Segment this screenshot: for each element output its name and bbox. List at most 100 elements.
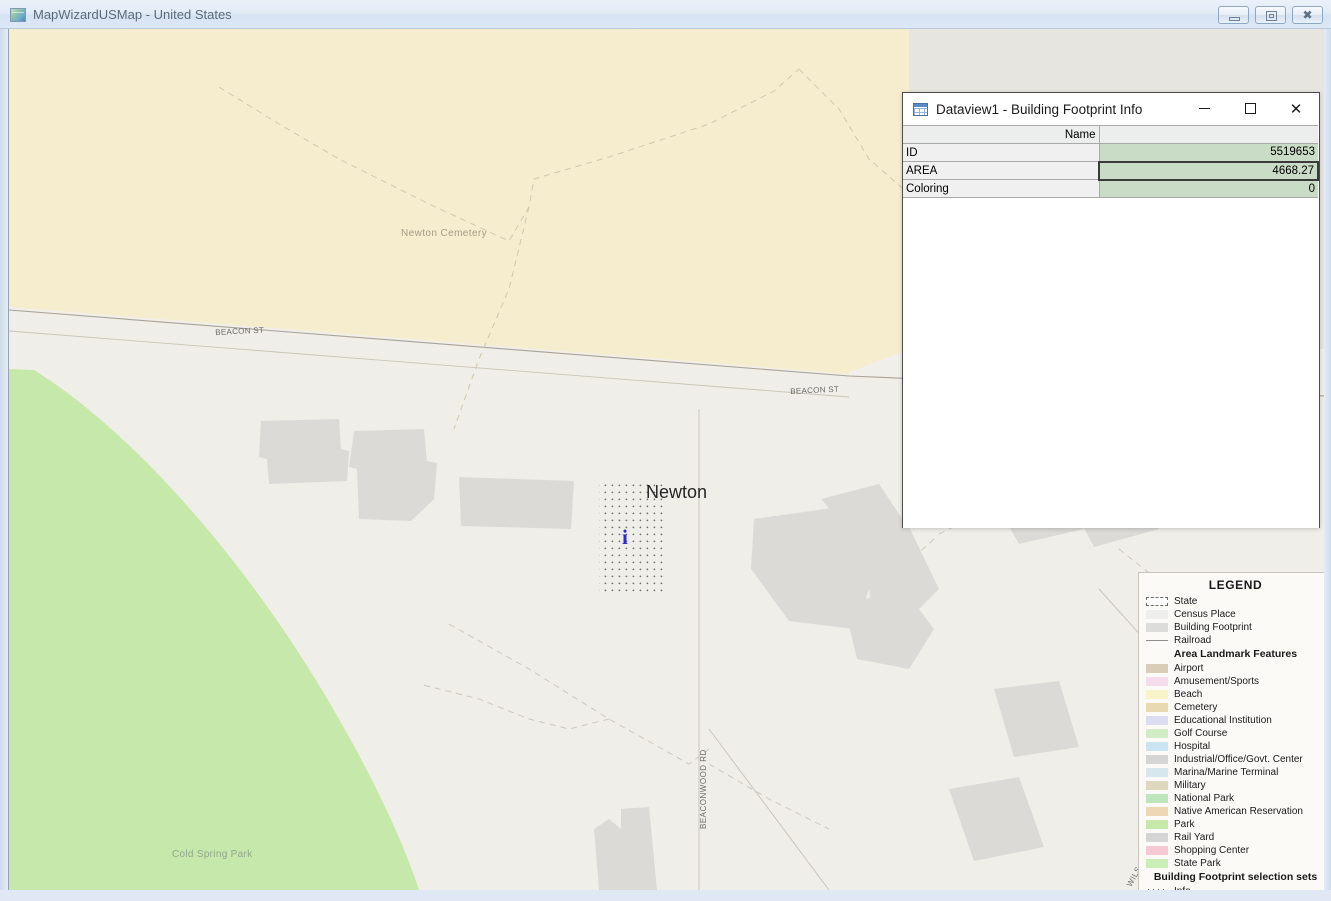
legend-label: Educational Institution xyxy=(1174,715,1272,726)
restore-button[interactable] xyxy=(1255,6,1286,24)
column-header-value[interactable] xyxy=(1099,126,1318,144)
legend-label: Building Footprint xyxy=(1174,622,1252,633)
legend-item-building-footprint: Building Footprint xyxy=(1143,621,1324,634)
dataview-table[interactable]: Name ID 5519653 AREA 4668.27 Coloring 0 xyxy=(903,125,1319,198)
table-row[interactable]: ID 5519653 xyxy=(903,144,1318,162)
window-left-frame xyxy=(0,29,8,890)
window-bottom-frame xyxy=(0,890,1331,901)
legend-item-hospital: Hospital xyxy=(1143,740,1324,753)
legend-item-cemetery: Cemetery xyxy=(1143,701,1324,714)
legend-item-shopping-center: Shopping Center xyxy=(1143,844,1324,857)
table-row[interactable]: Coloring 0 xyxy=(903,180,1318,198)
state-park-swatch-icon xyxy=(1146,859,1168,868)
legend-label: Marina/Marine Terminal xyxy=(1174,767,1278,778)
legend-title: LEGEND xyxy=(1143,578,1324,592)
beach-swatch-icon xyxy=(1146,690,1168,699)
legend-label: Shopping Center xyxy=(1174,845,1249,856)
golf-course-swatch-icon xyxy=(1146,729,1168,738)
minimize-button[interactable] xyxy=(1218,6,1249,24)
industrial-swatch-icon xyxy=(1146,755,1168,764)
table-row[interactable]: AREA 4668.27 xyxy=(903,162,1318,180)
column-header-name[interactable]: Name xyxy=(903,126,1099,144)
map-globe-icon xyxy=(10,8,26,22)
dataview-empty-area xyxy=(903,198,1319,528)
legend-item-native-american-reservation: Native American Reservation xyxy=(1143,805,1324,818)
legend-item-beach: Beach xyxy=(1143,688,1324,701)
census-place-swatch-icon xyxy=(1146,610,1168,619)
legend-item-industrial-office-govt-center: Industrial/Office/Govt. Center xyxy=(1143,753,1324,766)
military-swatch-icon xyxy=(1146,781,1168,790)
row-value-coloring[interactable]: 0 xyxy=(1099,180,1318,198)
legend-label: State xyxy=(1174,596,1197,607)
legend-item-railroad: Railroad xyxy=(1143,634,1324,647)
legend-label: National Park xyxy=(1174,793,1234,804)
native-american-reservation-swatch-icon xyxy=(1146,807,1168,816)
legend-item-military: Military xyxy=(1143,779,1324,792)
marina-swatch-icon xyxy=(1146,768,1168,777)
main-titlebar: MapWizardUSMap - United States ✖ xyxy=(0,0,1331,29)
dataview-title: Dataview1 - Building Footprint Info xyxy=(936,102,1142,117)
selected-building-footprint xyxy=(599,481,664,593)
dataview-dialog[interactable]: Dataview1 - Building Footprint Info ✕ Na… xyxy=(902,92,1320,528)
legend-item-amusement-sports: Amusement/Sports xyxy=(1143,675,1324,688)
dataview-window-controls: ✕ xyxy=(1181,93,1319,125)
legend-label: Rail Yard xyxy=(1174,832,1214,843)
row-value-id[interactable]: 5519653 xyxy=(1099,144,1318,162)
national-park-swatch-icon xyxy=(1146,794,1168,803)
legend-section-area-landmark: Area Landmark Features xyxy=(1143,647,1324,662)
dataview-close-button[interactable]: ✕ xyxy=(1273,93,1319,124)
app-title: MapWizardUSMap - United States xyxy=(33,7,232,22)
legend-item-park: Park xyxy=(1143,818,1324,831)
park-swatch-icon xyxy=(1146,820,1168,829)
close-button[interactable]: ✖ xyxy=(1292,6,1323,24)
amusement-sports-swatch-icon xyxy=(1146,677,1168,686)
titlebar-left-group: MapWizardUSMap - United States xyxy=(10,0,232,29)
legend-section-selection-sets: Building Footprint selection sets xyxy=(1143,870,1324,885)
table-header-row: Name xyxy=(903,126,1318,144)
legend-item-state: State xyxy=(1143,595,1324,608)
legend-label: Hospital xyxy=(1174,741,1210,752)
legend-label: Amusement/Sports xyxy=(1174,676,1259,687)
map-canvas[interactable]: Newton Cemetery Cold Spring Park Newton … xyxy=(8,29,1324,890)
shopping-center-swatch-icon xyxy=(1146,846,1168,855)
dataview-maximize-button[interactable] xyxy=(1227,93,1273,124)
legend-label: Airport xyxy=(1174,663,1203,674)
legend-item-airport: Airport xyxy=(1143,662,1324,675)
legend-label: Beach xyxy=(1174,689,1202,700)
cemetery-swatch-icon xyxy=(1146,703,1168,712)
rail-yard-swatch-icon xyxy=(1146,833,1168,842)
legend-label: State Park xyxy=(1174,858,1221,869)
legend-item-rail-yard: Rail Yard xyxy=(1143,831,1324,844)
legend-label: Census Place xyxy=(1174,609,1236,620)
legend-label: Industrial/Office/Govt. Center xyxy=(1174,754,1303,765)
airport-swatch-icon xyxy=(1146,664,1168,673)
hospital-swatch-icon xyxy=(1146,742,1168,751)
legend-item-educational-institution: Educational Institution xyxy=(1143,714,1324,727)
window-controls: ✖ xyxy=(1218,6,1323,24)
legend-item-golf-course: Golf Course xyxy=(1143,727,1324,740)
legend-panel[interactable]: LEGEND State Census Place Building Footp… xyxy=(1138,572,1324,890)
legend-item-national-park: National Park xyxy=(1143,792,1324,805)
educational-institution-swatch-icon xyxy=(1146,716,1168,725)
state-swatch-icon xyxy=(1146,597,1168,606)
close-icon: ✖ xyxy=(1293,7,1322,23)
dataview-titlebar[interactable]: Dataview1 - Building Footprint Info ✕ xyxy=(903,93,1319,125)
legend-item-marina-marine-terminal: Marina/Marine Terminal xyxy=(1143,766,1324,779)
row-label-id[interactable]: ID xyxy=(903,144,1099,162)
legend-label: Native American Reservation xyxy=(1174,806,1303,817)
railroad-swatch-icon xyxy=(1146,640,1168,641)
building-footprint-swatch-icon xyxy=(1146,623,1168,632)
legend-item-census-place: Census Place xyxy=(1143,608,1324,621)
application-window: MapWizardUSMap - United States ✖ xyxy=(0,0,1331,901)
legend-label: Military xyxy=(1174,780,1206,791)
legend-label: Railroad xyxy=(1174,635,1211,646)
legend-label: Cemetery xyxy=(1174,702,1217,713)
row-value-area[interactable]: 4668.27 xyxy=(1099,162,1318,180)
row-label-area[interactable]: AREA xyxy=(903,162,1099,180)
row-label-coloring[interactable]: Coloring xyxy=(903,180,1099,198)
legend-item-state-park: State Park xyxy=(1143,857,1324,870)
window-right-frame xyxy=(1324,29,1331,890)
legend-label: Park xyxy=(1174,819,1195,830)
info-marker-icon[interactable]: i xyxy=(622,527,628,548)
dataview-minimize-button[interactable] xyxy=(1181,93,1227,124)
